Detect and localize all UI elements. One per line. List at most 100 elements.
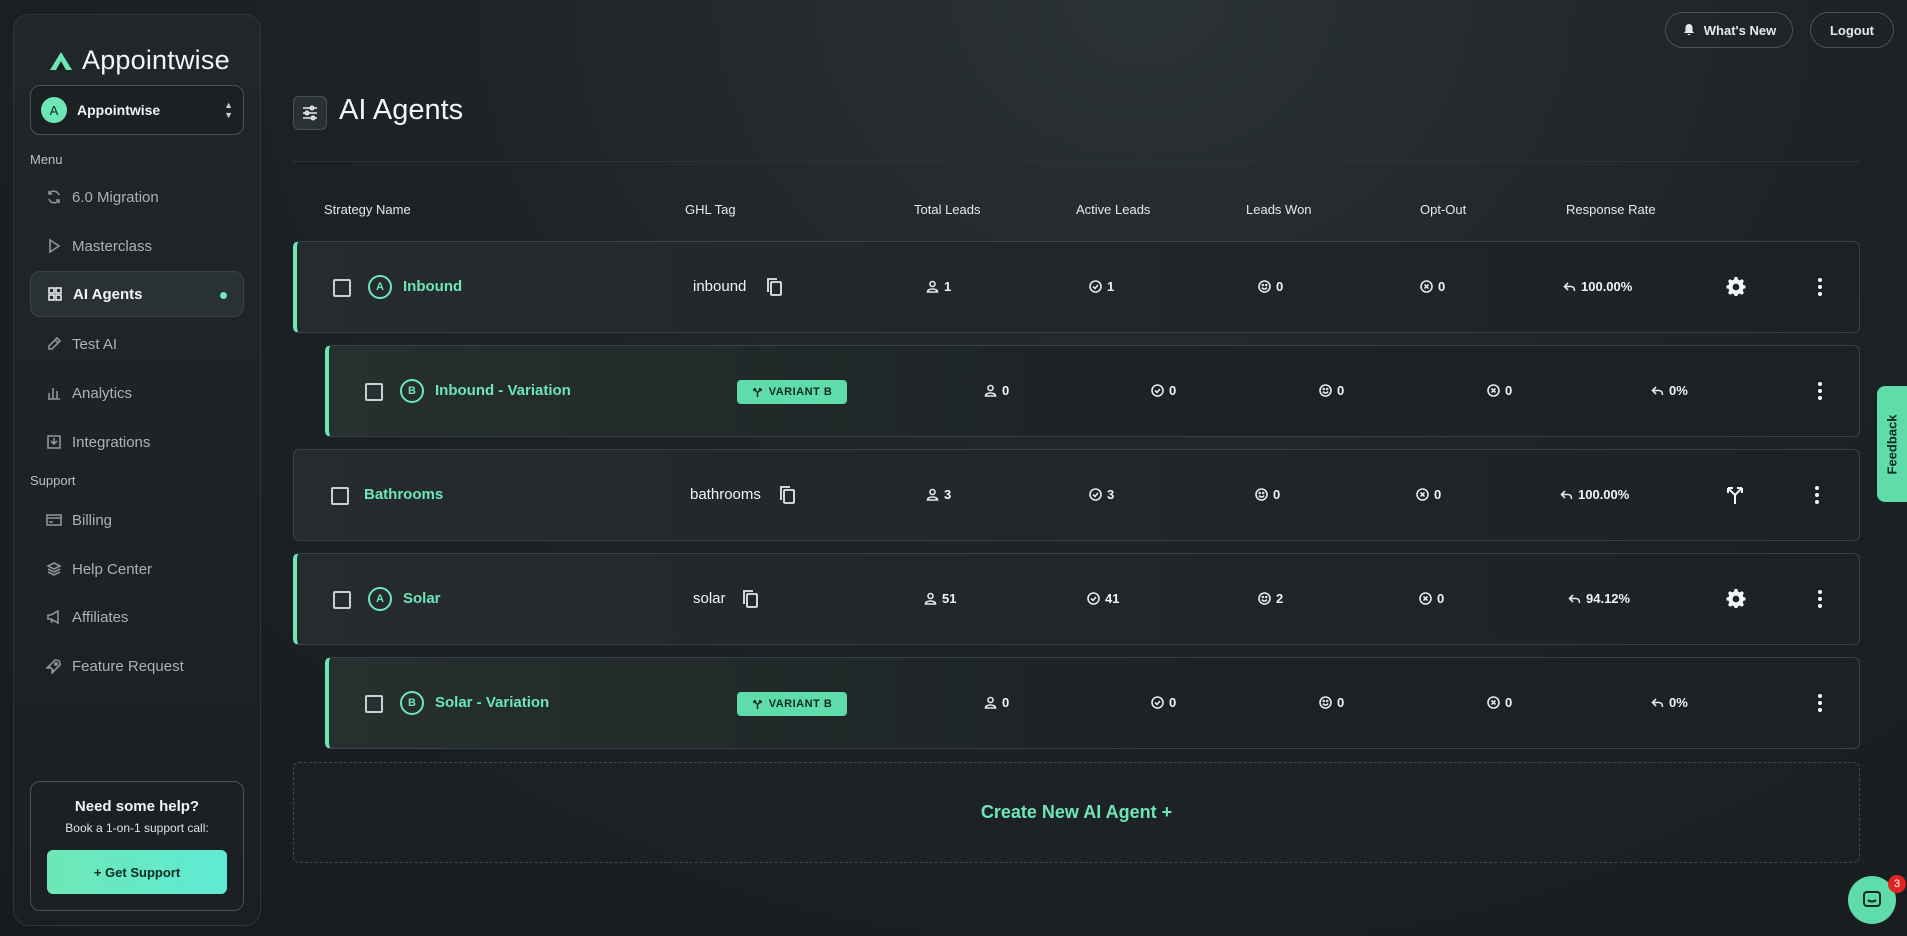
leads-won-cell: 0 <box>1258 279 1283 294</box>
row-checkbox[interactable] <box>365 383 383 401</box>
reply-icon <box>1651 698 1664 708</box>
sidebar-item-masterclass[interactable]: Masterclass <box>30 223 244 269</box>
opt-out-value: 0 <box>1505 695 1513 710</box>
create-new-agent-label: Create New AI Agent + <box>980 802 1173 822</box>
header-opt-out: Opt-Out <box>1420 202 1467 217</box>
sidebar-item-label: Masterclass <box>72 237 153 255</box>
get-support-button[interactable]: + Get Support <box>47 850 227 894</box>
sidebar-item-migration[interactable]: 6.0 Migration <box>30 174 244 220</box>
more-options-icon[interactable] <box>1815 692 1825 714</box>
sidebar-item-billing[interactable]: Billing <box>30 497 244 543</box>
total-leads-value: 3 <box>944 487 952 502</box>
sidebar-item-affiliates[interactable]: Affiliates <box>30 594 244 640</box>
strategy-name-link[interactable]: Solar - Variation <box>435 694 549 711</box>
sidebar-item-test-ai[interactable]: Test AI <box>30 321 244 367</box>
variant-label: VARIANT B <box>768 386 833 398</box>
opt-out-cell: 0 <box>1487 695 1512 710</box>
total-leads-value: 51 <box>942 591 957 606</box>
total-leads-value: 0 <box>1002 383 1010 398</box>
check-circle-icon <box>1151 384 1164 397</box>
row-checkbox[interactable] <box>333 279 351 297</box>
opt-out-cell: 0 <box>1416 487 1441 502</box>
sidebar-item-integrations[interactable]: Integrations <box>30 419 244 465</box>
gear-icon[interactable] <box>1725 588 1747 610</box>
copy-icon[interactable] <box>741 589 759 609</box>
ghl-tag-value: inbound <box>693 278 747 295</box>
response-rate-value: 94.12% <box>1586 591 1631 606</box>
active-leads-cell: 0 <box>1151 383 1176 398</box>
x-circle-icon <box>1420 280 1433 293</box>
active-indicator-dot <box>220 292 227 299</box>
total-leads-cell: 0 <box>984 695 1009 710</box>
strategy-name-link[interactable]: Bathrooms <box>364 486 443 503</box>
help-title: Need some help? <box>74 798 200 815</box>
header-total-leads: Total Leads <box>914 202 981 217</box>
page-title: AI Agents <box>339 94 464 126</box>
org-selector[interactable]: A Appointwise ▲ ▼ <box>30 85 244 135</box>
more-options-icon[interactable] <box>1815 276 1825 298</box>
copy-icon[interactable] <box>765 277 783 297</box>
sidebar-item-label: Help Center <box>72 560 153 578</box>
whats-new-label: What's New <box>1703 22 1777 38</box>
variant-letter-badge: A <box>368 275 392 299</box>
user-icon <box>984 696 997 709</box>
row-checkbox[interactable] <box>331 487 349 505</box>
reply-icon <box>1560 490 1573 500</box>
x-circle-icon <box>1487 696 1500 709</box>
leads-won-value: 0 <box>1337 383 1345 398</box>
feedback-tab[interactable]: Feedback <box>1877 386 1907 502</box>
opt-out-cell: 0 <box>1419 591 1444 606</box>
strategy-name-link[interactable]: Inbound <box>403 278 462 295</box>
response-rate-cell: 0% <box>1651 695 1688 710</box>
strategy-name-link[interactable]: Solar <box>403 590 441 607</box>
chevron-updown-icon: ▲ ▼ <box>224 100 233 120</box>
smile-icon <box>1319 696 1332 709</box>
sidebar-item-help-center[interactable]: Help Center <box>30 546 244 592</box>
opt-out-value: 0 <box>1437 591 1445 606</box>
row-checkbox[interactable] <box>365 695 383 713</box>
sidebar-item-ai-agents[interactable]: AI Agents <box>30 271 244 317</box>
sidebar-item-label: AI Agents <box>73 285 143 303</box>
sidebar-item-feature-request[interactable]: Feature Request <box>30 643 244 689</box>
row-checkbox[interactable] <box>333 591 351 609</box>
total-leads-cell: 3 <box>926 487 951 502</box>
copy-icon[interactable] <box>778 485 796 505</box>
table-row-solar-variation[interactable]: B Solar - Variation VARIANT B 0 0 0 0 0% <box>325 657 1860 749</box>
smile-icon <box>1319 384 1332 397</box>
leads-won-value: 0 <box>1276 279 1284 294</box>
leads-won-cell: 0 <box>1319 383 1344 398</box>
response-rate-cell: 0% <box>1651 383 1688 398</box>
split-icon <box>752 699 762 709</box>
opt-out-value: 0 <box>1438 279 1446 294</box>
ghl-tag-value: solar <box>693 590 726 607</box>
leads-won-cell: 0 <box>1255 487 1280 502</box>
split-icon[interactable] <box>1724 484 1746 506</box>
pencil-icon <box>48 336 62 350</box>
total-leads-cell: 0 <box>984 383 1009 398</box>
support-section-label: Support <box>30 473 76 488</box>
help-subtitle: Book a 1-on-1 support call: <box>65 821 209 835</box>
response-rate-value: 100.00% <box>1578 487 1630 502</box>
more-options-icon[interactable] <box>1815 380 1825 402</box>
org-name: Appointwise <box>77 102 161 118</box>
total-leads-value: 0 <box>1002 695 1010 710</box>
sidebar-item-label: 6.0 Migration <box>72 188 159 206</box>
logout-button[interactable]: Logout <box>1810 12 1894 48</box>
filter-button[interactable] <box>293 96 327 130</box>
whats-new-button[interactable]: What's New <box>1665 12 1793 48</box>
more-options-icon[interactable] <box>1815 588 1825 610</box>
sidebar-item-analytics[interactable]: Analytics <box>30 370 244 416</box>
strategy-name-link[interactable]: Inbound - Variation <box>435 382 571 399</box>
table-row-solar[interactable]: A Solar solar 51 41 2 0 94.12% <box>293 553 1860 645</box>
gear-icon[interactable] <box>1725 276 1747 298</box>
create-new-agent-button[interactable]: Create New AI Agent + <box>293 762 1860 863</box>
sidebar-item-label: Billing <box>72 511 113 529</box>
more-options-icon[interactable] <box>1812 484 1822 506</box>
table-row-inbound-variation[interactable]: B Inbound - Variation VARIANT B 0 0 0 0 … <box>325 345 1860 437</box>
response-rate-cell: 100.00% <box>1560 487 1629 502</box>
variant-letter-badge: B <box>400 691 424 715</box>
table-row-bathrooms[interactable]: Bathrooms bathrooms 3 3 0 0 100.00% <box>293 449 1860 541</box>
app-logo[interactable]: Appointwise <box>46 45 230 76</box>
table-row-inbound[interactable]: A Inbound inbound 1 1 0 0 100.00% <box>293 241 1860 333</box>
leads-won-value: 0 <box>1273 487 1281 502</box>
